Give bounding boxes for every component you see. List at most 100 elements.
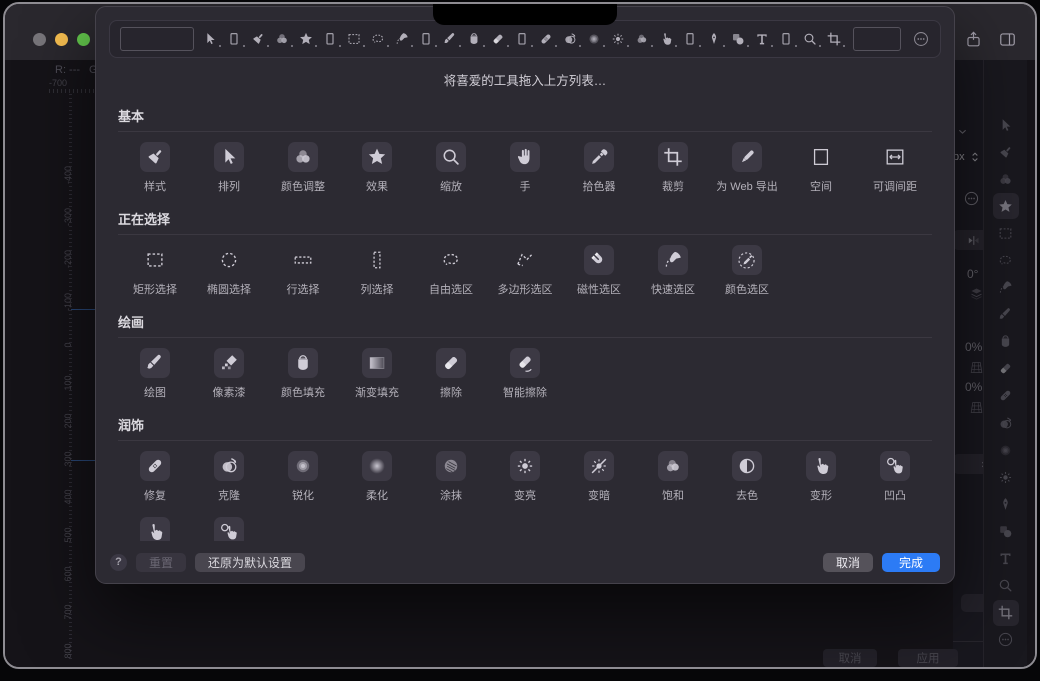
smudge-icon[interactable]: [436, 451, 466, 481]
eraser-icon[interactable]: [436, 348, 466, 378]
tool-item[interactable]: 克隆: [192, 451, 266, 503]
space-square-icon[interactable]: [806, 142, 836, 172]
crop-icon[interactable]: [658, 142, 688, 172]
lasso-icon[interactable]: [436, 245, 466, 275]
help-button[interactable]: ?: [110, 554, 127, 571]
tool-slot-icon[interactable]: [225, 29, 242, 49]
tool-item[interactable]: 凹凸: [858, 451, 932, 503]
lighten-sun-icon[interactable]: [510, 451, 540, 481]
warp-hand-icon[interactable]: [657, 29, 674, 49]
bump-hand-icon[interactable]: [214, 517, 244, 541]
bandage-icon[interactable]: [537, 29, 554, 49]
soften-icon[interactable]: [362, 451, 392, 481]
tool-item[interactable]: 柔化: [340, 451, 414, 503]
favorites-empty-well[interactable]: [120, 27, 194, 51]
fill-bucket-icon[interactable]: [465, 29, 482, 49]
tool-item[interactable]: 缩放: [414, 142, 488, 194]
style-brush-icon[interactable]: [140, 142, 170, 172]
tool-item[interactable]: 效果: [340, 142, 414, 194]
saturation-icon[interactable]: [633, 29, 650, 49]
sharpen-icon[interactable]: [585, 29, 602, 49]
tool-item[interactable]: 矩形选择: [118, 245, 192, 297]
lasso-icon[interactable]: [369, 29, 386, 49]
style-brush-icon[interactable]: [249, 29, 266, 49]
fill-bucket-icon[interactable]: [288, 348, 318, 378]
tool-item[interactable]: 锐化: [266, 451, 340, 503]
warp-hand-icon[interactable]: [140, 517, 170, 541]
tool-item[interactable]: 去色: [710, 451, 784, 503]
tool-item[interactable]: 拾色器: [562, 142, 636, 194]
zoom-glass-icon[interactable]: [801, 29, 818, 49]
cancel-button[interactable]: 取消: [823, 553, 873, 572]
ellipse-select-icon[interactable]: [214, 245, 244, 275]
tool-item[interactable]: 自由选区: [414, 245, 488, 297]
tool-item[interactable]: 涂抹: [414, 451, 488, 503]
favorites-empty-well-2[interactable]: [853, 27, 901, 51]
reset-button[interactable]: 重置: [136, 553, 186, 572]
arrow-cursor-icon[interactable]: [201, 29, 218, 49]
tool-item[interactable]: 修复: [118, 451, 192, 503]
color-adjust-icon[interactable]: [288, 142, 318, 172]
lighten-sun-icon[interactable]: [609, 29, 626, 49]
done-button[interactable]: 完成: [882, 553, 940, 572]
tool-item[interactable]: 变暗: [562, 451, 636, 503]
text-tool-icon[interactable]: [753, 29, 770, 49]
quick-select-icon[interactable]: [658, 245, 688, 275]
tool-slot-icon[interactable]: [417, 29, 434, 49]
tool-item[interactable]: 为 Web 导出: [710, 142, 784, 194]
darken-sun-icon[interactable]: [584, 451, 614, 481]
tool-item[interactable]: [118, 517, 192, 541]
tool-item[interactable]: 空间: [784, 142, 858, 194]
tool-slot-icon[interactable]: [681, 29, 698, 49]
color-select-icon[interactable]: [732, 245, 762, 275]
rect-select-icon[interactable]: [345, 29, 362, 49]
tool-item[interactable]: 椭圆选择: [192, 245, 266, 297]
effects-star-icon[interactable]: [362, 142, 392, 172]
tool-item[interactable]: 变形: [784, 451, 858, 503]
arrow-cursor-icon[interactable]: [214, 142, 244, 172]
close-button[interactable]: [33, 33, 46, 46]
strip-more-icon[interactable]: [912, 30, 930, 48]
eyedropper-icon[interactable]: [584, 142, 614, 172]
hand-icon[interactable]: [510, 142, 540, 172]
adjustable-spacing-icon[interactable]: [880, 142, 910, 172]
tool-item[interactable]: 快速选区: [636, 245, 710, 297]
crop-icon[interactable]: [825, 29, 842, 49]
tool-slot-icon[interactable]: [777, 29, 794, 49]
marker-pencil-icon[interactable]: [732, 142, 762, 172]
tool-item[interactable]: 像素漆: [192, 348, 266, 400]
minimize-button[interactable]: [55, 33, 68, 46]
tool-item[interactable]: 列选择: [340, 245, 414, 297]
tool-item[interactable]: 饱和: [636, 451, 710, 503]
tool-item[interactable]: 渐变填充: [340, 348, 414, 400]
clone-icon[interactable]: [561, 29, 578, 49]
panel-right-icon[interactable]: [998, 30, 1017, 49]
magnet-icon[interactable]: [584, 245, 614, 275]
tool-item[interactable]: 排列: [192, 142, 266, 194]
bump-hand-icon[interactable]: [880, 451, 910, 481]
paint-brush-icon[interactable]: [441, 29, 458, 49]
pixel-brush-icon[interactable]: [214, 348, 244, 378]
effects-star-icon[interactable]: [297, 29, 314, 49]
warp-hand-icon[interactable]: [806, 451, 836, 481]
tool-item[interactable]: 手: [488, 142, 562, 194]
poly-lasso-icon[interactable]: [510, 245, 540, 275]
col-select-icon[interactable]: [362, 245, 392, 275]
zoom-glass-icon[interactable]: [436, 142, 466, 172]
tool-item[interactable]: 绘图: [118, 348, 192, 400]
tool-item[interactable]: [192, 517, 266, 541]
fullscreen-button[interactable]: [77, 33, 90, 46]
tool-item[interactable]: 可调间距: [858, 142, 932, 194]
tool-item[interactable]: 裁剪: [636, 142, 710, 194]
tool-item[interactable]: 颜色填充: [266, 348, 340, 400]
sharpen-icon[interactable]: [288, 451, 318, 481]
gradient-fill-icon[interactable]: [362, 348, 392, 378]
tool-item[interactable]: 多边形选区: [488, 245, 562, 297]
restore-defaults-button[interactable]: 还原为默认设置: [195, 553, 305, 572]
rect-select-icon[interactable]: [140, 245, 170, 275]
tool-item[interactable]: 样式: [118, 142, 192, 194]
bandage-icon[interactable]: [140, 451, 170, 481]
tool-item[interactable]: 智能擦除: [488, 348, 562, 400]
eraser-icon[interactable]: [489, 29, 506, 49]
desaturate-icon[interactable]: [732, 451, 762, 481]
